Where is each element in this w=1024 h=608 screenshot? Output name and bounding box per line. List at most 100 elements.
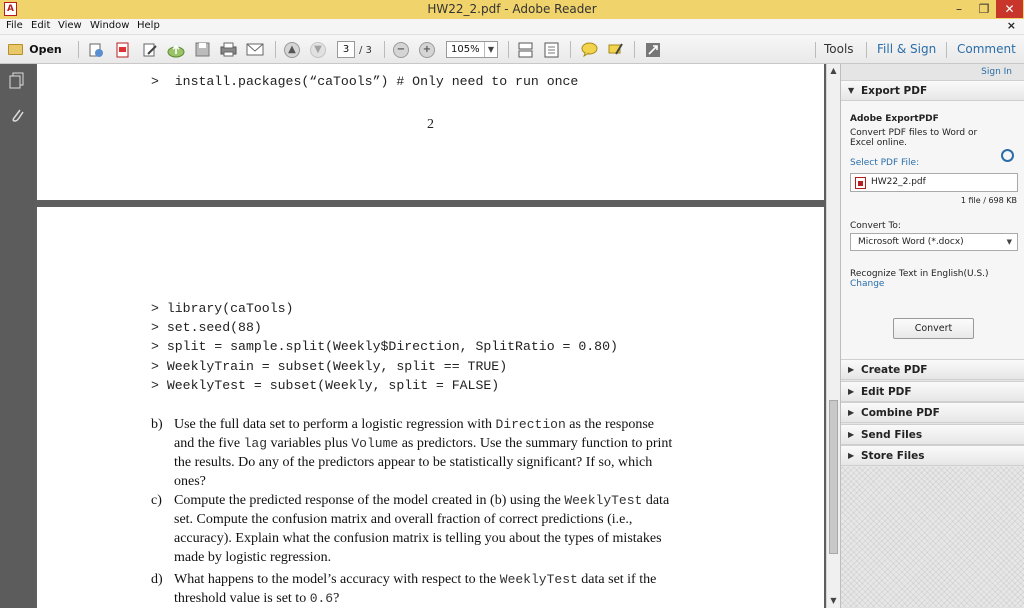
open-button[interactable]: Open — [6, 40, 64, 59]
code-line: > library(caTools) — [151, 301, 294, 316]
file-count: 1 file / 698 KB — [960, 196, 1017, 205]
vertical-scrollbar[interactable]: ▲ ▼ — [826, 64, 840, 608]
folder-icon — [8, 44, 24, 55]
navigation-pane — [0, 64, 35, 608]
toolbar-divider — [866, 42, 867, 58]
upload-cloud-icon[interactable] — [167, 40, 185, 59]
menu-help[interactable]: Help — [137, 20, 160, 31]
inline-code: lag — [243, 436, 267, 451]
triangle-right-icon: ▶ — [848, 365, 855, 374]
question-text: and the five — [174, 436, 244, 451]
question-b-letter: b) — [151, 417, 163, 432]
close-document-icon[interactable]: × — [1007, 19, 1016, 32]
toolbar-divider — [570, 41, 571, 58]
store-files-panel-header[interactable]: ▶ Store Files — [841, 445, 1024, 466]
attachments-paperclip-icon[interactable] — [9, 106, 25, 124]
panel-title: Combine PDF — [861, 407, 940, 419]
send-files-panel-header[interactable]: ▶ Send Files — [841, 424, 1024, 445]
chevron-down-icon: ▼ — [1006, 238, 1012, 246]
convert-format-value: Microsoft Word (*.docx) — [858, 237, 964, 247]
question-c-line-1: Compute the predicted response of the mo… — [174, 493, 669, 509]
scrolling-mode-icon[interactable] — [516, 40, 534, 59]
question-text: data — [642, 493, 670, 508]
question-b-line-3: the results. Do any of the predictors ap… — [174, 455, 653, 470]
tools-pane: Sign In ▼ Export PDF Adobe ExportPDF Con… — [840, 64, 1024, 608]
panel-title: Edit PDF — [861, 386, 912, 398]
pdf-file-icon — [855, 177, 866, 189]
question-text: ? — [333, 591, 340, 606]
highlight-icon[interactable] — [606, 40, 624, 59]
adobe-exportpdf-info-icon[interactable] — [1001, 149, 1014, 162]
save-icon[interactable] — [193, 40, 211, 59]
page-thumbnails-icon[interactable] — [9, 72, 25, 90]
panel-title: Create PDF — [861, 364, 928, 376]
convert-button[interactable]: Convert — [893, 318, 974, 339]
previous-page-button[interactable]: ▲ — [284, 40, 300, 59]
chevron-down-icon[interactable]: ▼ — [484, 42, 497, 57]
zoom-out-button[interactable]: − — [393, 40, 409, 59]
menu-window[interactable]: Window — [90, 20, 129, 31]
panel-title: Store Files — [861, 450, 925, 462]
comment-pane-button[interactable]: Comment — [957, 42, 1016, 56]
select-file-label: Select PDF File: — [850, 158, 920, 168]
page-number-input[interactable]: 3 — [337, 41, 355, 58]
code-line: > set.seed(88) — [151, 320, 262, 335]
close-window-button[interactable]: ✕ — [996, 0, 1023, 18]
document-view[interactable]: > install.packages(“caTools”) # Only nee… — [35, 64, 826, 608]
question-text: variables plus — [267, 436, 352, 451]
question-d-letter: d) — [151, 572, 163, 587]
toolbar-divider — [634, 41, 635, 58]
full-screen-icon[interactable] — [644, 40, 662, 59]
menu-file[interactable]: File — [6, 20, 23, 31]
export-pdf-panel-header[interactable]: ▼ Export PDF — [841, 80, 1024, 101]
triangle-down-icon: ▼ — [848, 86, 855, 95]
minimize-button[interactable]: – — [946, 0, 972, 18]
question-text: Use the full data set to perform a logis… — [174, 417, 496, 432]
create-pdf-icon[interactable] — [87, 40, 105, 59]
fit-page-icon[interactable] — [542, 40, 560, 59]
convert-format-select[interactable]: Microsoft Word (*.docx) ▼ — [850, 233, 1018, 251]
question-c-line-3: accuracy). Explain what the confusion ma… — [174, 531, 662, 546]
panel-title: Export PDF — [861, 85, 928, 97]
toolbar-divider — [815, 42, 816, 58]
triangle-right-icon: ▶ — [848, 408, 855, 417]
code-line: > WeeklyTrain = subset(Weekly, split == … — [151, 359, 508, 374]
scrollbar-thumb[interactable] — [829, 400, 838, 554]
edit-pdf-panel-header[interactable]: ▶ Edit PDF — [841, 381, 1024, 402]
inline-code: WeeklyTest — [564, 493, 643, 508]
next-page-button[interactable]: ▼ — [310, 40, 326, 59]
create-pdf-panel-header[interactable]: ▶ Create PDF — [841, 359, 1024, 380]
scroll-down-arrow-icon[interactable]: ▼ — [827, 594, 840, 608]
toolbar-divider — [508, 41, 509, 58]
edit-pdf-icon[interactable] — [141, 40, 159, 59]
menu-edit[interactable]: Edit — [31, 20, 50, 31]
tools-pane-button[interactable]: Tools — [824, 42, 854, 56]
zoom-select[interactable]: 105% ▼ — [446, 41, 498, 58]
sign-in-link[interactable]: Sign In — [981, 67, 1012, 77]
print-icon[interactable] — [219, 40, 237, 59]
question-d-line-1: What happens to the model’s accuracy wit… — [174, 572, 656, 588]
pdf-file-icon[interactable] — [114, 40, 132, 59]
fill-sign-pane-button[interactable]: Fill & Sign — [877, 42, 936, 56]
page-total: / 3 — [359, 45, 372, 56]
selected-file-box[interactable]: HW22_2.pdf — [850, 173, 1018, 192]
inline-code: 0.6 — [309, 591, 334, 606]
title-bar: A HW22_2.pdf - Adobe Reader – ❐ ✕ — [0, 0, 1024, 19]
menu-view[interactable]: View — [58, 20, 82, 31]
combine-pdf-panel-header[interactable]: ▶ Combine PDF — [841, 402, 1024, 423]
zoom-in-button[interactable]: + — [419, 40, 435, 59]
pane-empty-area — [841, 467, 1024, 608]
inline-code: WeeklyTest — [499, 572, 578, 587]
adobe-exportpdf-heading: Adobe ExportPDF — [850, 114, 939, 124]
maximize-button[interactable]: ❐ — [972, 0, 996, 18]
email-icon[interactable] — [246, 40, 264, 59]
question-d-line-2: threshold value is set to 0.6? — [174, 591, 339, 607]
change-language-link[interactable]: Change — [850, 279, 884, 289]
question-text: What happens to the model’s accuracy wit… — [174, 572, 500, 587]
scroll-up-arrow-icon[interactable]: ▲ — [827, 64, 840, 78]
question-c-line-2: set. Compute the confusion matrix and ov… — [174, 512, 633, 527]
convert-to-label: Convert To: — [850, 221, 901, 231]
comment-bubble-icon[interactable] — [580, 40, 598, 59]
question-text: as predictors. Use the summary function … — [398, 436, 673, 451]
adobe-reader-window: A HW22_2.pdf - Adobe Reader – ❐ ✕ File E… — [0, 0, 1024, 608]
